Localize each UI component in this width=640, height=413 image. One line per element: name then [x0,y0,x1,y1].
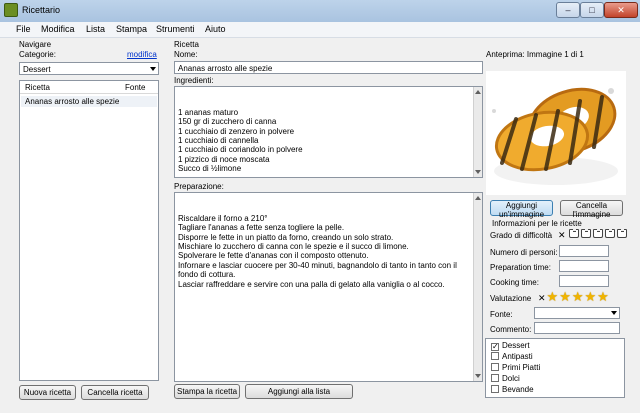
recipe-group-title: Ricetta [174,40,199,49]
menu-strumenti[interactable]: Strumenti [156,24,195,34]
shirt-icon[interactable] [592,229,603,238]
name-label: Nome: [174,50,198,59]
x-icon[interactable]: ✕ [558,230,566,241]
category-checklist[interactable]: ✓ Dessert Antipasti Primi Piatti Dolci Be… [485,338,625,398]
source-dropdown[interactable] [534,307,620,319]
recipe-list-header: Ricetta Fonte [20,81,158,94]
checkbox-icon[interactable] [491,363,499,371]
categories-label: Categorie: [19,50,56,59]
star-icon[interactable]: ★ [597,290,609,303]
recipe-name-value: Ananas arrosto alle spezie [178,64,273,73]
minimize-button[interactable]: – [556,2,580,18]
recipe-info-title: Informazioni per le ricette [492,219,582,228]
recipe-photo[interactable] [486,71,626,195]
ingredients-textarea[interactable]: 1 ananas maturo 150 gr di zucchero di ca… [174,86,483,178]
menu-stampa[interactable]: Stampa [116,24,147,34]
preparation-text: Riscaldare il forno a 210° Tagliare l'an… [178,213,457,289]
window-title: Ricettario [22,5,61,15]
menu-bar: File Modifica Lista Stampa Strumenti Aiu… [0,22,640,38]
column-recipe[interactable]: Ricetta [25,83,50,92]
shirt-icon[interactable] [580,229,591,238]
scroll-down-icon[interactable] [475,374,481,378]
category-check-primi-piatti[interactable]: Primi Piatti [491,363,540,373]
category-check-dolci[interactable]: Dolci [491,374,520,384]
preview-label: Anteprima: Immagine 1 di 1 [486,50,584,59]
preparation-scrollbar[interactable] [473,193,482,381]
source-label: Fonte: [490,310,513,319]
list-item[interactable]: Ananas arrosto alle spezie [21,96,157,107]
cook-time-field[interactable] [559,275,609,287]
add-to-list-button[interactable]: Aggiungi alla lista [245,384,353,399]
cookbook-icon [4,3,18,17]
comment-label: Commento: [490,325,532,334]
shirt-icon[interactable] [616,229,627,238]
category-check-bevande[interactable]: Bevande [491,385,534,395]
persons-label: Numero di personi: [490,248,558,257]
menu-modifica[interactable]: Modifica [41,24,75,34]
delete-recipe-button[interactable]: Cancella ricetta [81,385,149,400]
ingredients-label: Ingredienti: [174,76,214,85]
add-image-button[interactable]: Aggiungi un'immagine [490,200,553,219]
scroll-up-icon[interactable] [475,90,481,94]
nav-group-title: Navigare [19,40,52,49]
new-recipe-button[interactable]: Nuova ricetta [19,385,76,400]
category-dropdown[interactable]: Dessert [19,62,159,75]
delete-image-button[interactable]: Cancella l'immagine [560,200,623,219]
close-button[interactable]: ✕ [604,2,638,18]
x-icon[interactable]: ✕ [538,293,546,304]
recipe-name-field[interactable]: Ananas arrosto alle spezie [174,61,483,74]
checkbox-checked-icon[interactable]: ✓ [491,343,499,351]
category-check-antipasti[interactable]: Antipasti [491,352,533,362]
checkbox-icon[interactable] [491,374,499,382]
menu-lista[interactable]: Lista [86,24,105,34]
scroll-up-icon[interactable] [475,196,481,200]
rating-label: Valutazione [490,294,532,303]
prep-time-field[interactable] [559,260,609,272]
prep-time-label: Preparation time: [490,263,551,272]
main-client: Navigare Categorie: modifica Dessert Ric… [2,38,638,411]
comment-field[interactable] [534,322,620,334]
chevron-down-icon [150,67,156,71]
maximize-button[interactable]: □ [580,2,604,18]
preparation-label: Preparazione: [174,182,224,191]
checkbox-icon[interactable] [491,385,499,393]
recipe-list[interactable]: Ricetta Fonte Ananas arrosto alle spezie [19,80,159,381]
category-check-dessert[interactable]: ✓ Dessert [491,341,530,351]
star-icon[interactable]: ★ [547,290,559,303]
edit-categories-link[interactable]: modifica [127,50,157,59]
recipe-list-item-label: Ananas arrosto alle spezie [25,97,120,106]
star-icon[interactable]: ★ [585,290,597,303]
title-bar: Ricettario – □ ✕ [0,0,640,22]
star-icon[interactable]: ★ [559,290,571,303]
cook-time-label: Cooking time: [490,278,539,287]
ingredients-scrollbar[interactable] [473,87,482,177]
chevron-down-icon [611,311,617,315]
shirt-icon[interactable] [604,229,615,238]
shirt-icon[interactable] [568,229,579,238]
star-icon[interactable]: ★ [572,290,584,303]
difficulty-rating[interactable]: ✕ [558,229,627,241]
grilled-pineapple-image [486,71,626,195]
menu-file[interactable]: File [16,24,31,34]
preparation-textarea[interactable]: Riscaldare il forno a 210° Tagliare l'an… [174,192,483,382]
column-source[interactable]: Fonte [125,83,145,92]
checkbox-icon[interactable] [491,352,499,360]
menu-aiuto[interactable]: Aiuto [205,24,226,34]
category-dropdown-value: Dessert [23,65,51,74]
rating-stars[interactable]: ✕★★★★★ [538,290,610,304]
scroll-down-icon[interactable] [475,170,481,174]
persons-field[interactable] [559,245,609,257]
difficulty-label: Grado di difficoltà [490,231,553,240]
ingredients-text: 1 ananas maturo 150 gr di zucchero di ca… [178,107,303,174]
print-recipe-button[interactable]: Stampa la ricetta [174,384,240,399]
